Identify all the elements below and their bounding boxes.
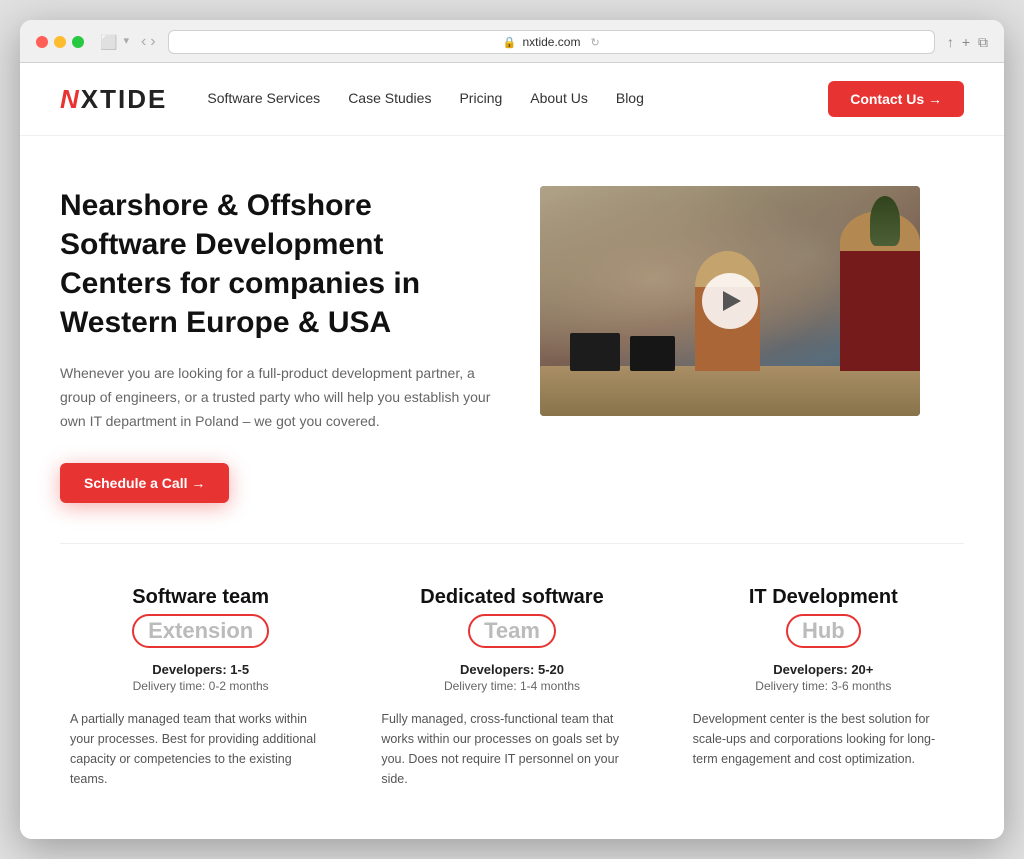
traffic-lights [36, 36, 84, 48]
logo-xt: XT [81, 84, 118, 114]
service-3-meta: Developers: 20+ Delivery time: 3-6 month… [693, 662, 954, 695]
services-section: Software team Extension Developers: 1-5 … [20, 544, 1004, 839]
contact-us-button[interactable]: Contact Us → [828, 81, 964, 117]
service-2-delivery: Delivery time: 1-4 months [444, 679, 580, 693]
hero-title: Nearshore & Offshore Software Developmen… [60, 186, 500, 342]
service-2-developers: Developers: 5-20 [381, 662, 642, 677]
service-1-title: Software team [70, 584, 331, 610]
reload-icon[interactable]: ↻ [590, 36, 599, 49]
new-tab-icon[interactable]: + [962, 34, 970, 51]
nav-about-us[interactable]: About Us [530, 90, 588, 106]
service-3-delivery: Delivery time: 3-6 months [755, 679, 891, 693]
share-icon[interactable]: ↑ [947, 34, 954, 51]
service-3-description: Development center is the best solution … [693, 709, 954, 769]
service-1-meta: Developers: 1-5 Delivery time: 0-2 month… [70, 662, 331, 695]
minimize-button[interactable] [54, 36, 66, 48]
play-button[interactable] [702, 273, 758, 329]
address-bar[interactable]: 🔒 nxtide.com ↻ [168, 30, 935, 54]
hero-section: Nearshore & Offshore Software Developmen… [20, 136, 1004, 543]
logo[interactable]: NXTIDE [60, 84, 167, 115]
window-controls: ⬜ ▾ [100, 34, 129, 51]
navbar: NXTIDE Software Services Case Studies Pr… [20, 63, 1004, 136]
nav-blog[interactable]: Blog [616, 90, 644, 106]
service-team: Dedicated software Team Developers: 5-20… [371, 584, 652, 789]
browser-chrome: ⬜ ▾ ‹ › 🔒 nxtide.com ↻ ↑ + ⧉ [20, 20, 1004, 63]
hero-content: Nearshore & Offshore Software Developmen… [60, 186, 500, 503]
service-2-meta: Developers: 5-20 Delivery time: 1-4 mont… [381, 662, 642, 695]
service-1-highlight: Extension [132, 614, 269, 648]
service-2-description: Fully managed, cross-functional team tha… [381, 709, 642, 789]
back-button[interactable]: ‹ [141, 33, 146, 51]
service-1-developers: Developers: 1-5 [70, 662, 331, 677]
hero-description: Whenever you are looking for a full-prod… [60, 362, 500, 433]
close-button[interactable] [36, 36, 48, 48]
nav-pricing[interactable]: Pricing [459, 90, 502, 106]
service-1-delivery: Delivery time: 0-2 months [133, 679, 269, 693]
website-content: NXTIDE Software Services Case Studies Pr… [20, 63, 1004, 839]
nav-case-studies[interactable]: Case Studies [348, 90, 431, 106]
service-2-highlight: Team [468, 614, 556, 648]
nav-controls: ‹ › [141, 33, 156, 51]
video-overlay [540, 186, 920, 416]
browser-window: ⬜ ▾ ‹ › 🔒 nxtide.com ↻ ↑ + ⧉ NXTIDE [20, 20, 1004, 839]
service-3-developers: Developers: 20+ [693, 662, 954, 677]
nav-software-services[interactable]: Software Services [207, 90, 320, 106]
maximize-button[interactable] [72, 36, 84, 48]
forward-button[interactable]: › [150, 33, 155, 51]
service-3-highlight: Hub [786, 614, 861, 648]
tab-overview-icon[interactable]: ⧉ [978, 34, 988, 51]
logo-ide: IDE [118, 84, 167, 114]
sidebar-toggle-icon[interactable]: ⬜ [100, 34, 117, 51]
service-3-title: IT Development [693, 584, 954, 610]
schedule-call-button[interactable]: Schedule a Call → [60, 463, 229, 503]
browser-actions: ↑ + ⧉ [947, 34, 988, 51]
service-hub: IT Development Hub Developers: 20+ Deliv… [683, 584, 964, 789]
hero-video[interactable] [540, 186, 920, 416]
logo-n: N [60, 84, 81, 114]
service-1-description: A partially managed team that works with… [70, 709, 331, 789]
lock-icon: 🔒 [503, 36, 517, 49]
nav-links: Software Services Case Studies Pricing A… [207, 90, 828, 108]
service-2-title: Dedicated software [381, 584, 642, 610]
service-extension: Software team Extension Developers: 1-5 … [60, 584, 341, 789]
url-text: nxtide.com [522, 35, 580, 49]
